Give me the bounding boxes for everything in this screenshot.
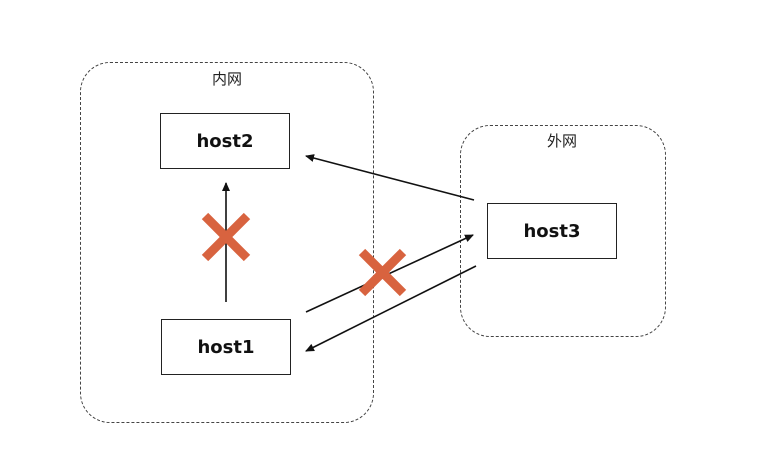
block-mark-host1-host3 [358,248,407,297]
connection-layer [201,154,477,352]
arrow-host3-to-host2 [305,154,475,201]
